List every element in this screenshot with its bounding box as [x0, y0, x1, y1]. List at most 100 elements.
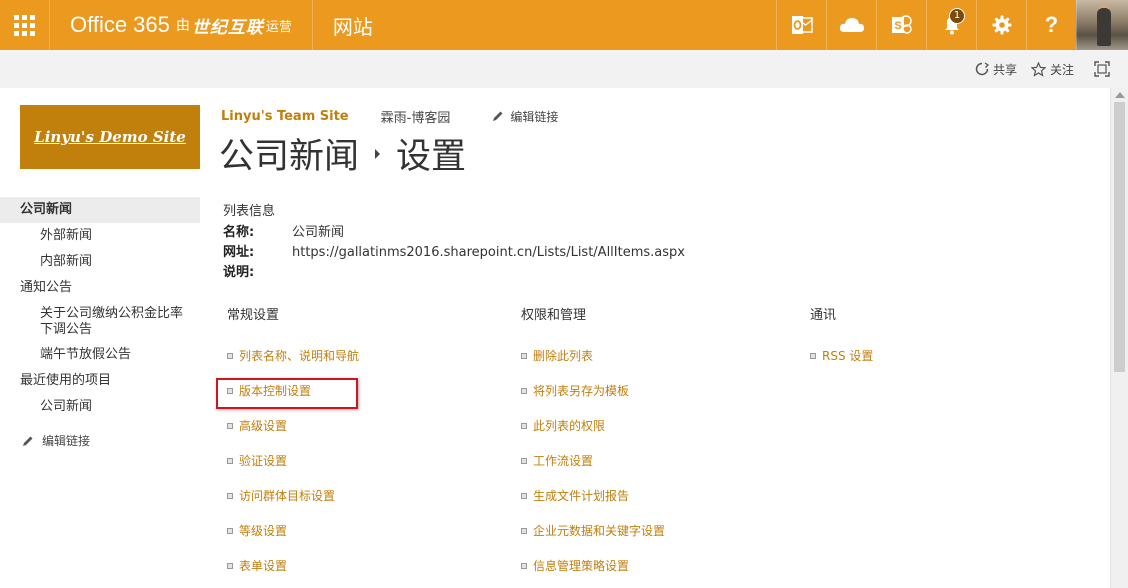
scroll-thumb[interactable]: [1114, 102, 1125, 372]
list-url-label: 网址:: [223, 245, 255, 260]
setting-label: 信息管理策略设置: [533, 559, 630, 573]
nav-item-internal-news[interactable]: 内部新闻: [0, 249, 200, 275]
scroll-up-arrow-icon[interactable]: [1115, 92, 1125, 98]
bullet-icon: [521, 457, 527, 464]
vertical-scrollbar[interactable]: [1110, 88, 1128, 588]
nav-item-recent-company-news[interactable]: 公司新闻: [0, 394, 200, 420]
nav-item-recent[interactable]: 最近使用的项目: [0, 368, 200, 394]
setting-advanced[interactable]: 高级设置: [227, 408, 359, 443]
bullet-icon: [521, 527, 527, 534]
list-information: 列表信息 名称: 公司新闻 网址: https://gallatinms2016…: [223, 200, 685, 283]
settings-button[interactable]: [976, 0, 1026, 50]
list-info-name-row: 名称: 公司新闻: [223, 223, 685, 243]
setting-rating[interactable]: 等级设置: [227, 513, 359, 548]
top-nav-edit-links[interactable]: 编辑链接: [492, 108, 558, 125]
top-nav-blog-link[interactable]: 霖雨-博客园: [381, 107, 451, 126]
list-url-value: https://gallatinms2016.sharepoint.cn/Lis…: [292, 245, 685, 260]
bullet-icon: [227, 352, 233, 359]
nav-item-external-news[interactable]: 外部新闻: [0, 223, 200, 249]
bullet-icon: [227, 457, 233, 464]
setting-file-plan-report[interactable]: 生成文件计划报告: [521, 478, 665, 513]
bullet-icon: [227, 527, 233, 534]
top-nav-site-link[interactable]: Linyu's Team Site: [221, 109, 349, 124]
waffle-icon: [14, 14, 35, 36]
setting-label: 等级设置: [239, 524, 288, 538]
notifications-button[interactable]: 1: [926, 0, 976, 50]
page-title: 公司新闻 设置: [219, 128, 466, 179]
list-description-label: 说明:: [223, 265, 255, 280]
general-settings-column: 常规设置 列表名称、说明和导航 版本控制设置 高级设置 验证设置 访问群体目标设…: [227, 304, 359, 583]
nav-edit-links-label: 编辑链接: [42, 434, 91, 448]
setting-label: 列表名称、说明和导航: [239, 349, 360, 363]
communications-heading: 通讯: [810, 308, 837, 323]
versioning-highlight-box: [216, 378, 358, 409]
setting-label: 此列表的权限: [533, 419, 606, 433]
quick-launch: 公司新闻 外部新闻 内部新闻 通知公告 关于公司缴纳公积金比率下调公告 端午节放…: [0, 197, 200, 449]
setting-audience-targeting[interactable]: 访问群体目标设置: [227, 478, 359, 513]
permissions-management-column: 权限和管理 删除此列表 将列表另存为模板 此列表的权限 工作流设置 生成文件计划…: [521, 304, 665, 583]
general-settings-heading: 常规设置: [227, 308, 280, 323]
pencil-icon: [23, 436, 33, 446]
setting-rss[interactable]: RSS 设置: [810, 338, 873, 373]
follow-button[interactable]: 关注: [1030, 61, 1074, 78]
communications-column: 通讯 RSS 设置: [810, 304, 873, 373]
setting-label: 企业元数据和关键字设置: [533, 524, 666, 538]
onedrive-button[interactable]: [826, 0, 876, 50]
nav-item-company-news[interactable]: 公司新闻: [0, 197, 200, 223]
list-info-desc-row: 说明:: [223, 263, 685, 283]
sharepoint-button[interactable]: S: [876, 0, 926, 50]
setting-list-name-description-nav[interactable]: 列表名称、说明和导航: [227, 338, 359, 373]
setting-label: 生成文件计划报告: [533, 489, 630, 503]
setting-label: 验证设置: [239, 454, 288, 468]
suite-site-label[interactable]: 网站: [313, 0, 393, 50]
brand-office: Office 365: [70, 12, 170, 37]
setting-info-management-policy[interactable]: 信息管理策略设置: [521, 548, 665, 583]
setting-validation[interactable]: 验证设置: [227, 443, 359, 478]
ribbon-bar: 共享 关注: [0, 50, 1128, 88]
setting-delete-list[interactable]: 删除此列表: [521, 338, 665, 373]
bullet-icon: [521, 562, 527, 569]
breadcrumb-separator-icon: [375, 148, 381, 159]
setting-label: RSS 设置: [822, 349, 874, 363]
outlook-icon: [791, 16, 813, 34]
user-avatar[interactable]: [1076, 0, 1128, 50]
top-navigation: Linyu's Team Site 霖雨-博客园 编辑链接: [221, 106, 558, 126]
nav-item-announcements[interactable]: 通知公告: [0, 275, 200, 301]
bullet-icon: [521, 422, 527, 429]
setting-workflow[interactable]: 工作流设置: [521, 443, 665, 478]
share-button[interactable]: 共享: [975, 61, 1017, 78]
svg-text:S: S: [894, 20, 901, 32]
nav-item-holiday-announcement[interactable]: 端午节放假公告: [0, 342, 200, 368]
setting-enterprise-metadata[interactable]: 企业元数据和关键字设置: [521, 513, 665, 548]
help-button[interactable]: ?: [1026, 0, 1076, 50]
suite-bar: Office 365 由 世纪互联 运营 网站 S 1 ?: [0, 0, 1128, 50]
suite-right-actions: S 1 ?: [776, 0, 1128, 50]
site-logo[interactable]: Linyu's Demo Site: [20, 105, 200, 169]
brand-logo[interactable]: Office 365 由 世纪互联 运营: [50, 0, 313, 50]
nav-edit-links[interactable]: 编辑链接: [0, 420, 200, 449]
nav-item-fund-announcement[interactable]: 关于公司缴纳公积金比率下调公告: [0, 301, 190, 342]
setting-list-permissions[interactable]: 此列表的权限: [521, 408, 665, 443]
list-info-url-row: 网址: https://gallatinms2016.sharepoint.cn…: [223, 243, 685, 263]
page-title-settings: 设置: [396, 137, 467, 177]
app-launcher-button[interactable]: [0, 0, 50, 50]
setting-save-as-template[interactable]: 将列表另存为模板: [521, 373, 665, 408]
focus-content-button[interactable]: [1094, 61, 1114, 77]
brand-partner: 世纪互联: [191, 17, 264, 37]
bullet-icon: [810, 352, 816, 359]
page-title-list-link[interactable]: 公司新闻: [219, 128, 359, 179]
top-nav-edit-links-label: 编辑链接: [510, 109, 559, 124]
bullet-icon: [227, 562, 233, 569]
bullet-icon: [227, 422, 233, 429]
outlook-button[interactable]: [776, 0, 826, 50]
bullet-icon: [521, 387, 527, 394]
help-icon: ?: [1044, 12, 1059, 37]
share-icon: [975, 62, 989, 76]
focus-icon: [1094, 61, 1110, 77]
bullet-icon: [227, 492, 233, 499]
gear-icon: [992, 15, 1011, 35]
bullet-icon: [521, 492, 527, 499]
setting-forms[interactable]: 表单设置: [227, 548, 359, 583]
setting-label: 将列表另存为模板: [533, 384, 630, 398]
cloud-icon: [839, 18, 864, 32]
